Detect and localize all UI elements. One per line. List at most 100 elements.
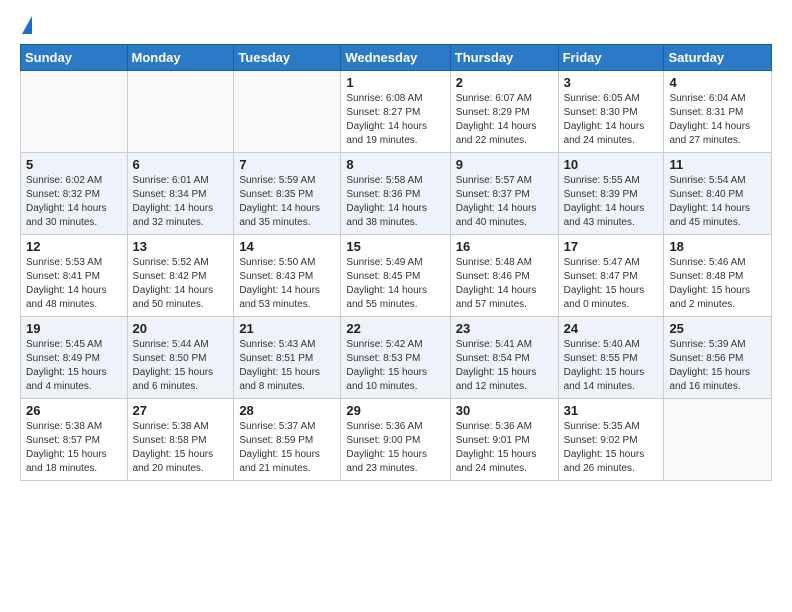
weekday-header-friday: Friday (558, 45, 664, 71)
day-number: 8 (346, 157, 444, 172)
day-number: 15 (346, 239, 444, 254)
day-number: 14 (239, 239, 335, 254)
day-cell: 1 Sunrise: 6:08 AM Sunset: 8:27 PM Daylig… (341, 71, 450, 153)
day-cell: 8 Sunrise: 5:58 AM Sunset: 8:36 PM Daylig… (341, 153, 450, 235)
day-cell: 10Sunrise: 5:55 AM Sunset: 8:39 PM Dayli… (558, 153, 664, 235)
day-number: 17 (564, 239, 659, 254)
day-number: 26 (26, 403, 122, 418)
day-info: Sunrise: 5:54 AM Sunset: 8:40 PM Dayligh… (669, 174, 766, 230)
day-info: Sunrise: 6:07 AM Sunset: 8:29 PM Dayligh… (456, 92, 553, 148)
week-row-1: 1 Sunrise: 6:08 AM Sunset: 8:27 PM Daylig… (21, 71, 772, 153)
day-cell: 19 Sunrise: 5:45 AM Sunset: 8:49 PM Dayli… (21, 317, 128, 399)
day-cell: 17 Sunrise: 5:47 AM Sunset: 8:47 PM Dayli… (558, 235, 664, 317)
day-number: 7 (239, 157, 335, 172)
day-number: 12 (26, 239, 122, 254)
day-info: Sunrise: 5:35 AM Sunset: 9:02 PM Dayligh… (564, 420, 659, 476)
weekday-header-saturday: Saturday (664, 45, 772, 71)
day-number: 13 (133, 239, 229, 254)
day-info: Sunrise: 6:08 AM Sunset: 8:27 PM Dayligh… (346, 92, 444, 148)
day-info: Sunrise: 5:58 AM Sunset: 8:36 PM Dayligh… (346, 174, 444, 230)
day-cell: 20 Sunrise: 5:44 AM Sunset: 8:50 PM Dayli… (127, 317, 234, 399)
day-cell: 29Sunrise: 5:36 AM Sunset: 9:00 PM Dayli… (341, 399, 450, 481)
day-cell: 28Sunrise: 5:37 AM Sunset: 8:59 PM Dayli… (234, 399, 341, 481)
day-info: Sunrise: 5:44 AM Sunset: 8:50 PM Dayligh… (133, 338, 229, 394)
day-number: 23 (456, 321, 553, 336)
day-info: Sunrise: 5:38 AM Sunset: 8:58 PM Dayligh… (133, 420, 229, 476)
day-cell: 14 Sunrise: 5:50 AM Sunset: 8:43 PM Dayli… (234, 235, 341, 317)
day-cell: 21 Sunrise: 5:43 AM Sunset: 8:51 PM Dayli… (234, 317, 341, 399)
day-number: 29 (346, 403, 444, 418)
day-cell: 23 Sunrise: 5:41 AM Sunset: 8:54 PM Dayli… (450, 317, 558, 399)
day-number: 27 (133, 403, 229, 418)
day-info: Sunrise: 5:57 AM Sunset: 8:37 PM Dayligh… (456, 174, 553, 230)
day-number: 18 (669, 239, 766, 254)
weekday-header-monday: Monday (127, 45, 234, 71)
day-info: Sunrise: 5:49 AM Sunset: 8:45 PM Dayligh… (346, 256, 444, 312)
day-info: Sunrise: 5:46 AM Sunset: 8:48 PM Dayligh… (669, 256, 766, 312)
day-number: 21 (239, 321, 335, 336)
day-cell: 15 Sunrise: 5:49 AM Sunset: 8:45 PM Dayli… (341, 235, 450, 317)
header (20, 16, 772, 34)
calendar: SundayMondayTuesdayWednesdayThursdayFrid… (20, 44, 772, 481)
day-info: Sunrise: 5:45 AM Sunset: 8:49 PM Dayligh… (26, 338, 122, 394)
day-info: Sunrise: 5:55 AM Sunset: 8:39 PM Dayligh… (564, 174, 659, 230)
weekday-header-thursday: Thursday (450, 45, 558, 71)
day-info: Sunrise: 6:05 AM Sunset: 8:30 PM Dayligh… (564, 92, 659, 148)
day-number: 1 (346, 75, 444, 90)
logo-text (20, 16, 32, 36)
day-cell: 24 Sunrise: 5:40 AM Sunset: 8:55 PM Dayli… (558, 317, 664, 399)
day-cell: 5 Sunrise: 6:02 AM Sunset: 8:32 PM Daylig… (21, 153, 128, 235)
weekday-header-sunday: Sunday (21, 45, 128, 71)
day-info: Sunrise: 5:50 AM Sunset: 8:43 PM Dayligh… (239, 256, 335, 312)
day-number: 28 (239, 403, 335, 418)
day-info: Sunrise: 5:42 AM Sunset: 8:53 PM Dayligh… (346, 338, 444, 394)
day-cell (664, 399, 772, 481)
day-cell: 31 Sunrise: 5:35 AM Sunset: 9:02 PM Dayli… (558, 399, 664, 481)
day-info: Sunrise: 5:39 AM Sunset: 8:56 PM Dayligh… (669, 338, 766, 394)
weekday-header-tuesday: Tuesday (234, 45, 341, 71)
day-cell: 3 Sunrise: 6:05 AM Sunset: 8:30 PM Daylig… (558, 71, 664, 153)
day-info: Sunrise: 6:04 AM Sunset: 8:31 PM Dayligh… (669, 92, 766, 148)
week-row-4: 19 Sunrise: 5:45 AM Sunset: 8:49 PM Dayli… (21, 317, 772, 399)
day-number: 30 (456, 403, 553, 418)
day-cell: 22 Sunrise: 5:42 AM Sunset: 8:53 PM Dayli… (341, 317, 450, 399)
day-cell (234, 71, 341, 153)
day-info: Sunrise: 6:01 AM Sunset: 8:34 PM Dayligh… (133, 174, 229, 230)
day-cell: 9Sunrise: 5:57 AM Sunset: 8:37 PM Daylig… (450, 153, 558, 235)
day-number: 6 (133, 157, 229, 172)
week-row-2: 5 Sunrise: 6:02 AM Sunset: 8:32 PM Daylig… (21, 153, 772, 235)
day-info: Sunrise: 5:36 AM Sunset: 9:01 PM Dayligh… (456, 420, 553, 476)
day-number: 5 (26, 157, 122, 172)
day-info: Sunrise: 5:47 AM Sunset: 8:47 PM Dayligh… (564, 256, 659, 312)
day-cell: 26 Sunrise: 5:38 AM Sunset: 8:57 PM Dayli… (21, 399, 128, 481)
day-info: Sunrise: 6:02 AM Sunset: 8:32 PM Dayligh… (26, 174, 122, 230)
day-number: 24 (564, 321, 659, 336)
day-number: 22 (346, 321, 444, 336)
day-info: Sunrise: 5:43 AM Sunset: 8:51 PM Dayligh… (239, 338, 335, 394)
day-cell: 18 Sunrise: 5:46 AM Sunset: 8:48 PM Dayli… (664, 235, 772, 317)
day-number: 31 (564, 403, 659, 418)
day-cell: 4Sunrise: 6:04 AM Sunset: 8:31 PM Daylig… (664, 71, 772, 153)
day-number: 25 (669, 321, 766, 336)
day-number: 16 (456, 239, 553, 254)
day-cell: 13Sunrise: 5:52 AM Sunset: 8:42 PM Dayli… (127, 235, 234, 317)
week-row-5: 26 Sunrise: 5:38 AM Sunset: 8:57 PM Dayli… (21, 399, 772, 481)
day-info: Sunrise: 5:40 AM Sunset: 8:55 PM Dayligh… (564, 338, 659, 394)
day-info: Sunrise: 5:53 AM Sunset: 8:41 PM Dayligh… (26, 256, 122, 312)
day-cell (127, 71, 234, 153)
day-info: Sunrise: 5:48 AM Sunset: 8:46 PM Dayligh… (456, 256, 553, 312)
day-number: 2 (456, 75, 553, 90)
day-cell: 6 Sunrise: 6:01 AM Sunset: 8:34 PM Daylig… (127, 153, 234, 235)
weekday-header-wednesday: Wednesday (341, 45, 450, 71)
day-cell: 27 Sunrise: 5:38 AM Sunset: 8:58 PM Dayli… (127, 399, 234, 481)
day-info: Sunrise: 5:41 AM Sunset: 8:54 PM Dayligh… (456, 338, 553, 394)
day-cell: 11Sunrise: 5:54 AM Sunset: 8:40 PM Dayli… (664, 153, 772, 235)
day-cell: 7Sunrise: 5:59 AM Sunset: 8:35 PM Daylig… (234, 153, 341, 235)
day-cell: 2 Sunrise: 6:07 AM Sunset: 8:29 PM Daylig… (450, 71, 558, 153)
day-number: 3 (564, 75, 659, 90)
day-cell: 25 Sunrise: 5:39 AM Sunset: 8:56 PM Dayli… (664, 317, 772, 399)
weekday-header-row: SundayMondayTuesdayWednesdayThursdayFrid… (21, 45, 772, 71)
day-info: Sunrise: 5:38 AM Sunset: 8:57 PM Dayligh… (26, 420, 122, 476)
day-number: 20 (133, 321, 229, 336)
day-number: 19 (26, 321, 122, 336)
